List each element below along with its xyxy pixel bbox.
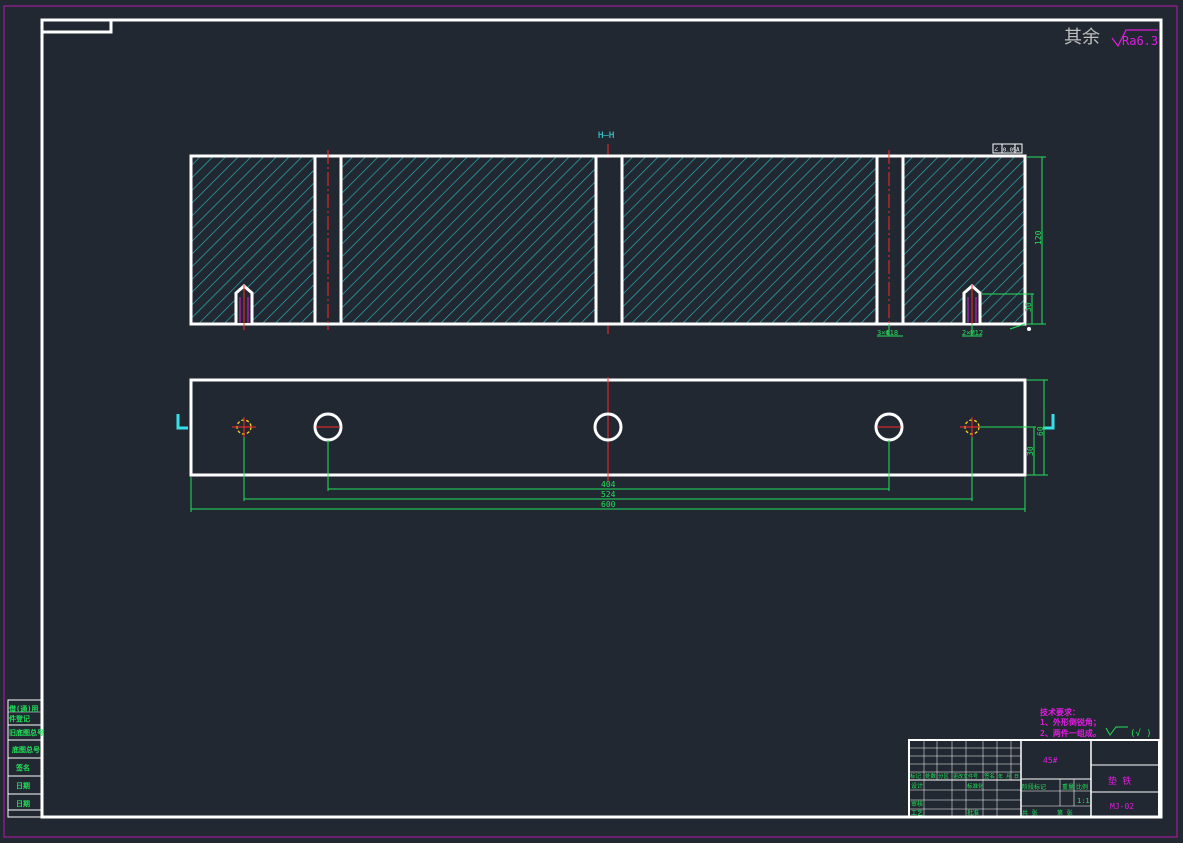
row-label: 标记 bbox=[910, 772, 922, 780]
cell-label: 批准 bbox=[967, 809, 979, 817]
dim-span-404: 404 bbox=[601, 480, 616, 489]
cad-drawing: 其余 Ra6.3 H—H ∠ 0.05 A 120 30 3×Φ18 2×M12… bbox=[3, 5, 1178, 838]
cell-label: 审核 bbox=[911, 800, 923, 808]
notes-line-2: 2、两件一组成。 bbox=[1040, 728, 1101, 738]
stamp-label: 件登记 bbox=[9, 714, 30, 723]
left-stamp: 借(通)用 件登记 旧底图总号 底图总号 签名 日期 日期 bbox=[7, 699, 44, 818]
code-box bbox=[42, 20, 113, 34]
cell-label: 比例 bbox=[1076, 783, 1088, 791]
side-roughness-note: (√ ) bbox=[1130, 728, 1152, 739]
row-label: 分区 bbox=[938, 772, 950, 780]
cell-label: 第 张 bbox=[1057, 809, 1073, 817]
datum-marker-icon bbox=[1027, 327, 1031, 331]
tolerance-symbol: ∠ bbox=[994, 146, 998, 154]
cell-label: 共 张 bbox=[1022, 809, 1038, 817]
stamp-label: 签名 bbox=[15, 763, 30, 772]
stamp-label: 底图总号 bbox=[12, 745, 40, 754]
dim-height-bottom: 60 bbox=[1036, 426, 1045, 436]
dim-height-small: 30 bbox=[1024, 302, 1033, 312]
row-label: 更改文件号 bbox=[953, 773, 978, 780]
material-label: 45# bbox=[1043, 756, 1058, 765]
section-hatch-2 bbox=[341, 157, 595, 324]
side-roughness-icon bbox=[1105, 726, 1128, 736]
row-label: 年 月 日 bbox=[998, 773, 1019, 780]
tolerance-datum: A bbox=[1016, 147, 1020, 154]
stamp-label: 日期 bbox=[16, 781, 30, 790]
technical-notes: 技术要求： 1、外形倒锐角； 2、两件一组成。 (√ ) bbox=[1040, 707, 1152, 739]
drawing-number: MJ-02 bbox=[1110, 802, 1134, 811]
dim-holes-a: 3×Φ18 bbox=[877, 329, 898, 337]
dim-offset-bottom: 30 bbox=[1026, 446, 1035, 456]
scale-value: 1:1 bbox=[1077, 797, 1090, 805]
section-view bbox=[189, 150, 1027, 330]
cell-label: 标准化 bbox=[967, 782, 984, 790]
section-hatch-3 bbox=[622, 157, 876, 324]
stamp-label: 日期 bbox=[16, 799, 30, 808]
row-label: 签名 bbox=[984, 772, 995, 780]
notes-title: 技术要求： bbox=[1040, 707, 1080, 717]
sheet-frame bbox=[3, 5, 1178, 838]
dim-holes-b: 2×M12 bbox=[962, 329, 983, 337]
roughness-value: Ra6.3 bbox=[1122, 34, 1158, 48]
dim-span-600: 600 bbox=[601, 500, 616, 509]
dim-span-524: 524 bbox=[601, 490, 616, 499]
roughness-note: 其余 Ra6.3 bbox=[1064, 27, 1158, 48]
cell-label: 阶段标记 bbox=[1022, 783, 1046, 791]
cell-label: 设计 bbox=[911, 782, 923, 790]
hole-gap bbox=[879, 158, 901, 322]
hole-gap bbox=[598, 158, 620, 322]
plan-dimensions bbox=[190, 379, 1048, 512]
section-label: H—H bbox=[598, 131, 614, 141]
notes-line-1: 1、外形倒锐角； bbox=[1040, 717, 1101, 728]
stamp-label: 借(通)用 bbox=[8, 704, 38, 713]
stamp-label: 旧底图总号 bbox=[9, 728, 44, 737]
plan-view bbox=[176, 377, 1055, 482]
row-label: 处数 bbox=[925, 772, 937, 780]
part-name: 垫 铁 bbox=[1108, 775, 1131, 787]
section-cut-marker-left-icon bbox=[176, 414, 188, 430]
cell-label: 工艺 bbox=[911, 809, 923, 817]
tolerance-value: 0.05 bbox=[1003, 148, 1016, 154]
roughness-label: 其余 bbox=[1064, 27, 1100, 48]
tolerance-frame: ∠ 0.05 A bbox=[992, 143, 1023, 154]
cell-label: 重量 bbox=[1062, 783, 1074, 791]
dim-height-top: 120 bbox=[1034, 230, 1043, 245]
